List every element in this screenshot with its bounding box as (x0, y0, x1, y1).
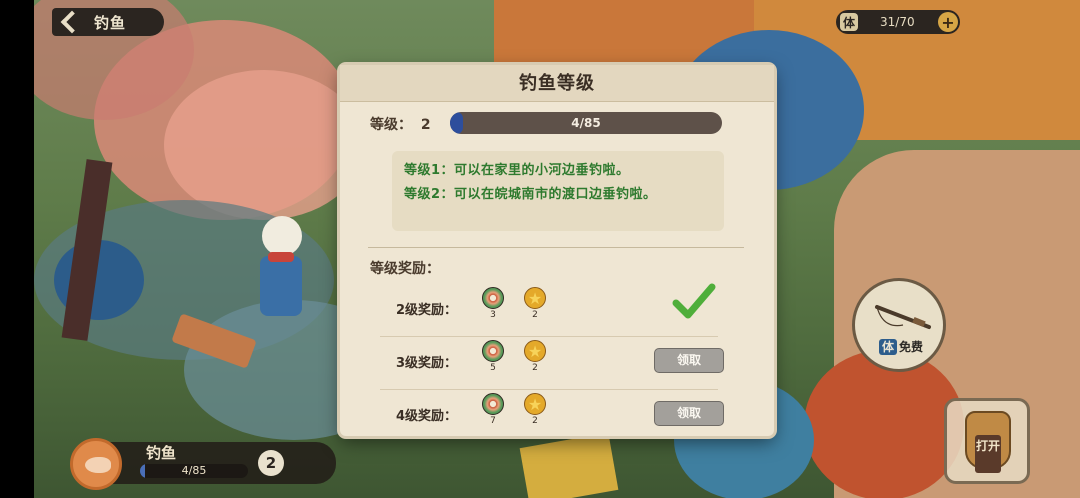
level-description: 等级2：可以在皖城南市的渡口边垂钓啦。 (404, 187, 657, 202)
fishing-rod-button[interactable]: 体免费 (852, 278, 946, 372)
fishing-level-dialog: 钓鱼等级 等级： 2 4/85 等级1：可以在家里的小河边垂钓啦。 等级2：可以… (340, 65, 774, 436)
add-stamina-button[interactable]: + (938, 12, 958, 32)
reward-item: 2 (524, 287, 546, 320)
star-coin-icon (524, 287, 546, 309)
level-progress-text: 4/85 (571, 116, 601, 130)
claim-button[interactable]: 领取 (654, 401, 724, 426)
level-description-box: 等级1：可以在家里的小河边垂钓啦。 等级2：可以在皖城南市的渡口边垂钓啦。 (392, 151, 724, 231)
reward-count: 2 (532, 363, 538, 373)
reward-count: 2 (532, 310, 538, 320)
skill-name: 钓鱼 (146, 444, 177, 462)
level-label: 等级： (370, 117, 412, 133)
star-coin-icon (524, 393, 546, 415)
dialog-title: 钓鱼等级 (340, 65, 774, 102)
reward-item: 2 (524, 393, 546, 426)
fish-icon (70, 438, 122, 490)
reward-item: 2 (524, 340, 546, 373)
stamina-small-icon: 体 (879, 339, 898, 355)
star-coin-icon (524, 340, 546, 362)
rewards-header: 等级奖励： (370, 261, 440, 277)
reward-item: 5 (482, 340, 504, 373)
reward-row-level-4: 4级奖励： 7 2 领取 (380, 391, 724, 443)
reward-count: 7 (490, 416, 496, 426)
open-bag-button[interactable]: 打开 (944, 398, 1030, 484)
skill-level-badge: 2 (258, 450, 284, 476)
skill-progress-text: 4/85 (181, 464, 207, 477)
reward-row-level-2: 2级奖励： 3 2 (380, 283, 720, 337)
reward-item: 7 (482, 393, 504, 426)
page-title: 钓鱼 (94, 13, 127, 32)
reward-count: 3 (490, 310, 496, 320)
reward-count: 5 (490, 363, 496, 373)
reward-count: 2 (532, 416, 538, 426)
bait-icon (482, 287, 504, 309)
level-row: 等级： 2 (370, 114, 431, 134)
stamina-icon: 体 (840, 13, 858, 31)
divider (368, 247, 744, 248)
level-progress-bar: 4/85 (450, 112, 722, 134)
reward-label: 3级奖励： (396, 356, 458, 371)
stamina-indicator: 体 31/70 + (836, 10, 960, 34)
rod-free-label: 体免费 (879, 338, 923, 355)
fishing-skill-bar[interactable]: 钓鱼 4/85 2 (66, 438, 336, 490)
bait-icon (482, 340, 504, 362)
reward-label: 4级奖励： (396, 409, 458, 424)
fishing-rod-icon (875, 305, 931, 329)
stamina-value: 31/70 (880, 15, 915, 29)
reward-label: 2级奖励： (396, 303, 458, 318)
reward-item: 3 (482, 287, 504, 320)
claimed-check-icon (672, 283, 716, 319)
open-label: 打开 (975, 435, 1001, 473)
back-button[interactable]: 钓鱼 (52, 8, 164, 36)
reward-row-level-3: 3级奖励： 5 2 领取 (380, 338, 724, 390)
level-description: 等级1：可以在家里的小河边垂钓啦。 (404, 163, 630, 178)
bait-icon (482, 393, 504, 415)
claim-button[interactable]: 领取 (654, 348, 724, 373)
chevron-left-icon (60, 10, 84, 34)
level-value: 2 (420, 117, 431, 133)
